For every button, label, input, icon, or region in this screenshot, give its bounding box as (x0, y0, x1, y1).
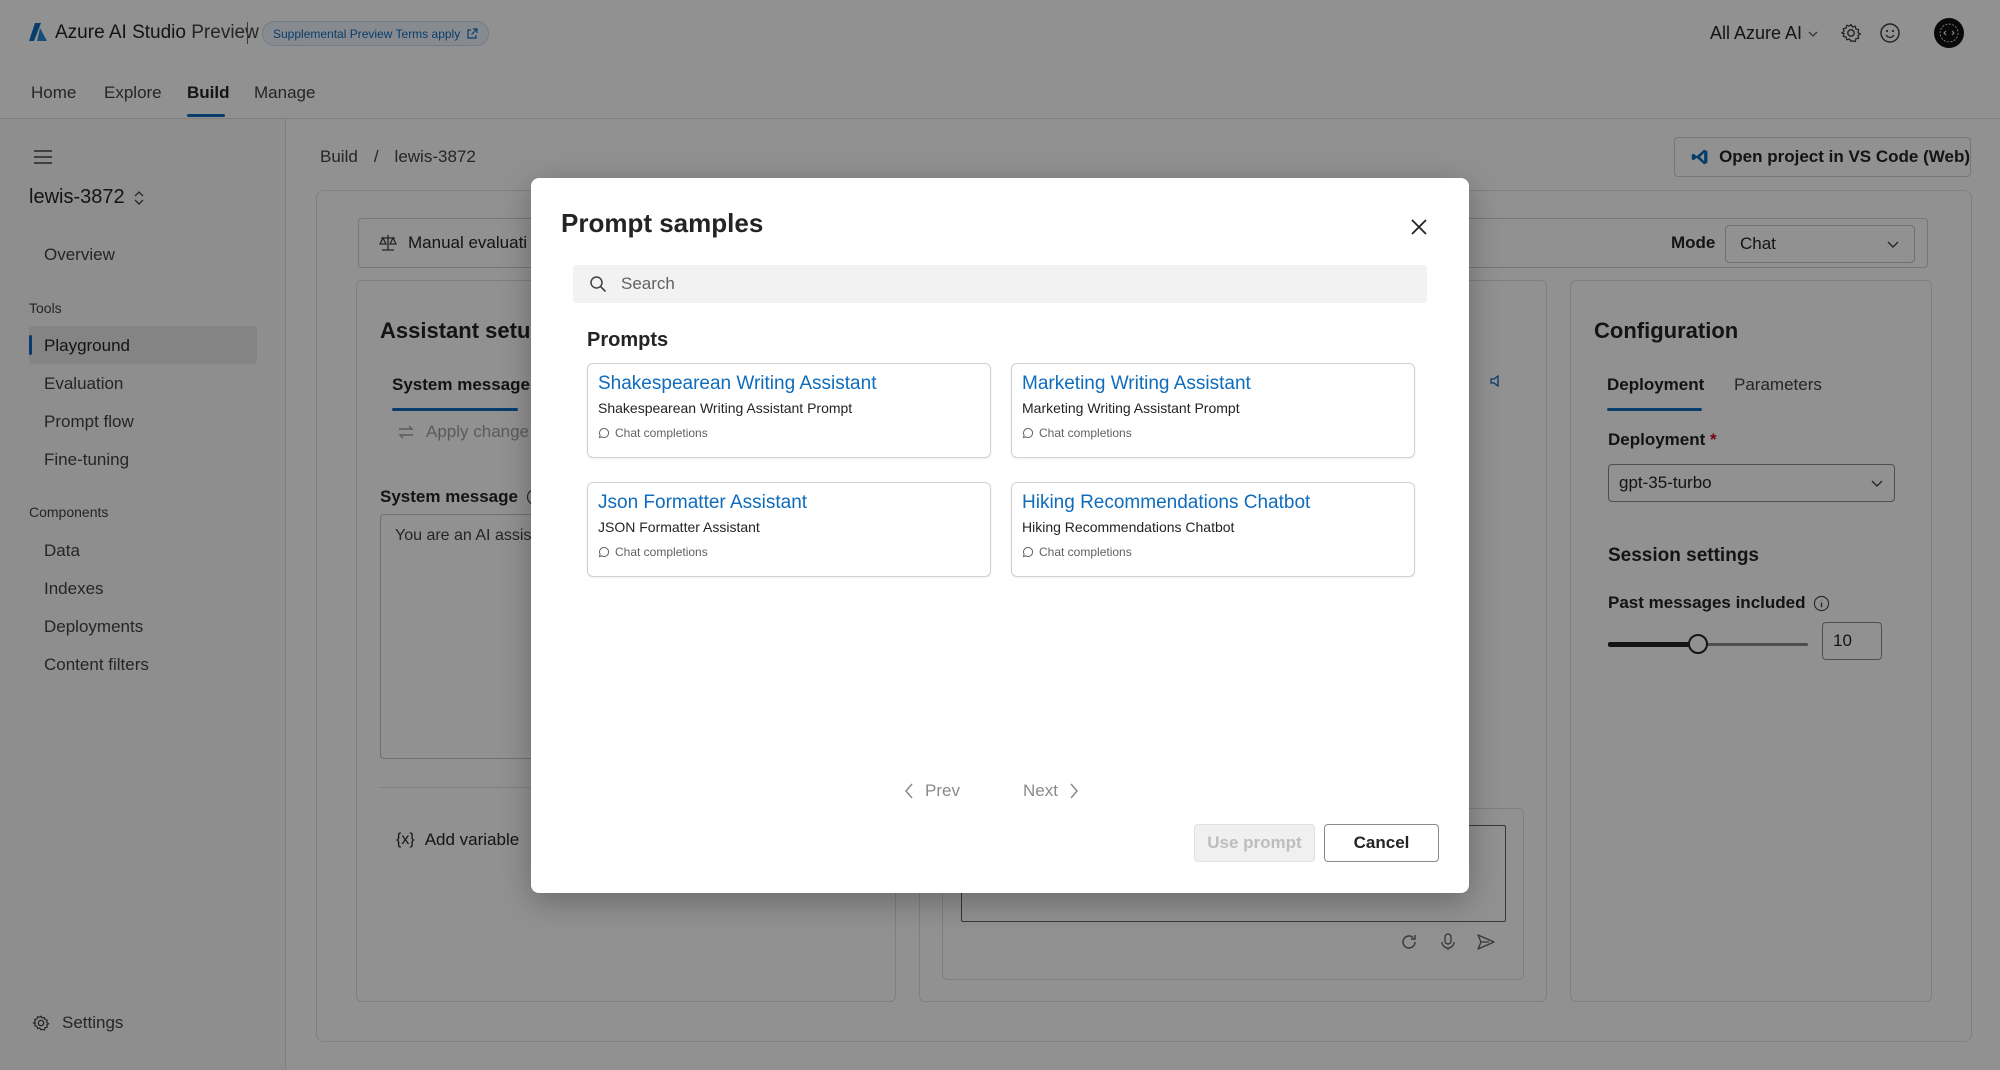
prompt-card-marketing[interactable]: Marketing Writing Assistant Marketing Wr… (1011, 363, 1415, 458)
chat-bubble-icon (1022, 546, 1034, 558)
prompt-card-title: Json Formatter Assistant (598, 492, 808, 513)
prompt-card-subtitle: Hiking Recommendations Chatbot (1022, 519, 1235, 535)
chevron-right-icon (1070, 783, 1078, 799)
prev-label: Prev (925, 781, 960, 800)
prompt-card-subtitle: Shakespearean Writing Assistant Prompt (598, 400, 853, 416)
prompt-card-json-formatter[interactable]: Json Formatter Assistant JSON Formatter … (587, 482, 991, 577)
prompts-section-heading: Prompts (587, 329, 669, 351)
search-icon (590, 276, 607, 293)
prompt-card-subtitle: JSON Formatter Assistant (598, 519, 760, 535)
next-page-button[interactable]: Next (1023, 781, 1080, 801)
prompt-card-title: Marketing Writing Assistant (1022, 373, 1251, 394)
prompt-card-type-label: Chat completions (1039, 545, 1132, 559)
prev-page-button[interactable]: Prev (903, 781, 960, 801)
prompt-card-shakespearean[interactable]: Shakespearean Writing Assistant Shakespe… (587, 363, 991, 458)
close-icon[interactable] (1406, 214, 1432, 240)
dialog-title: Prompt samples (561, 208, 764, 238)
next-label: Next (1023, 781, 1058, 800)
search-field[interactable] (573, 265, 1427, 303)
prompt-card-type: Chat completions (1022, 545, 1404, 559)
use-prompt-button[interactable]: Use prompt (1194, 824, 1315, 862)
chevron-left-icon (905, 783, 913, 799)
chat-bubble-icon (598, 546, 610, 558)
prompt-card-type-label: Chat completions (615, 426, 708, 440)
chat-bubble-icon (1022, 427, 1034, 439)
search-input[interactable] (621, 274, 1381, 294)
cancel-button[interactable]: Cancel (1324, 824, 1439, 862)
prompt-card-hiking[interactable]: Hiking Recommendations Chatbot Hiking Re… (1011, 482, 1415, 577)
prompt-card-type: Chat completions (598, 426, 980, 440)
prompt-card-title: Shakespearean Writing Assistant (598, 373, 877, 394)
prompt-card-title: Hiking Recommendations Chatbot (1022, 492, 1311, 513)
prompt-card-subtitle: Marketing Writing Assistant Prompt (1022, 400, 1240, 416)
prompt-card-type-label: Chat completions (615, 545, 708, 559)
prompt-card-type: Chat completions (598, 545, 980, 559)
prompt-card-type-label: Chat completions (1039, 426, 1132, 440)
prompt-card-type: Chat completions (1022, 426, 1404, 440)
chat-bubble-icon (598, 427, 610, 439)
